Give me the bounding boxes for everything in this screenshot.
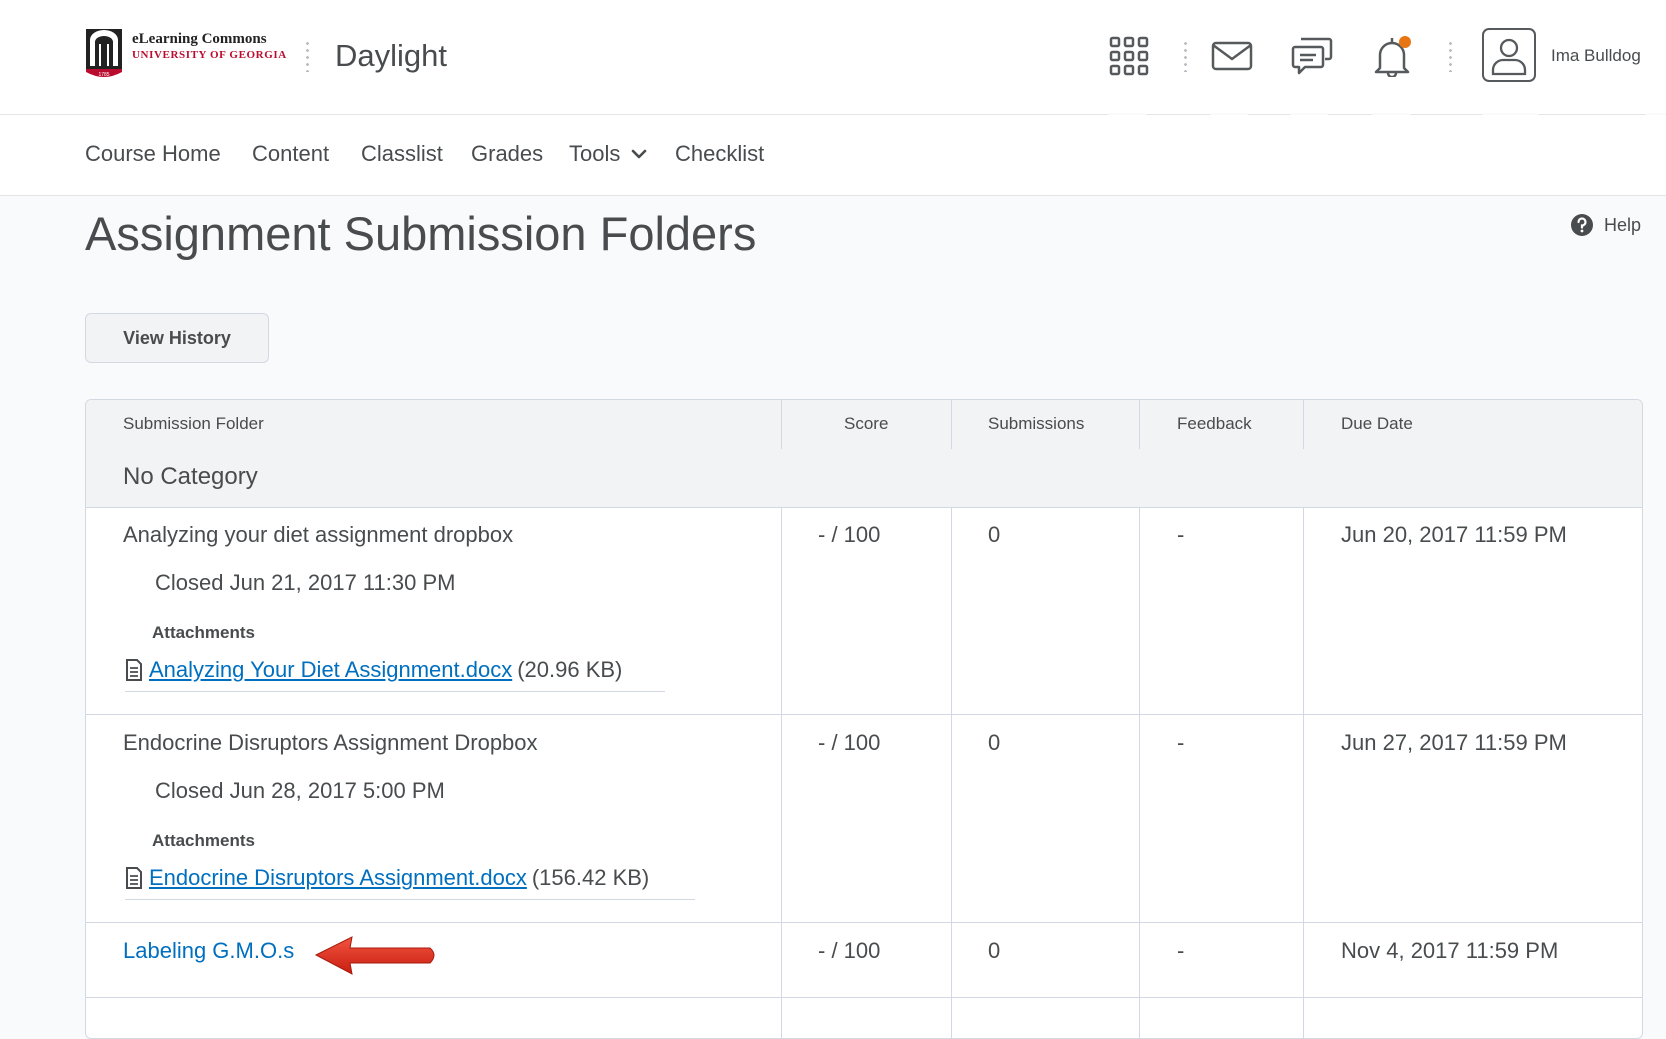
column-divider xyxy=(781,400,782,449)
due-date-cell: Jun 27, 2017 11:59 PM xyxy=(1341,730,1567,755)
view-history-button[interactable]: View History xyxy=(85,313,269,363)
apps-grid-icon[interactable] xyxy=(1108,35,1150,77)
attachment-item: Endocrine Disruptors Assignment.docx (15… xyxy=(125,865,695,900)
app-title[interactable]: Daylight xyxy=(335,38,447,74)
due-date-cell: Jun 20, 2017 11:59 PM xyxy=(1341,522,1567,547)
row-divider xyxy=(86,714,1642,715)
chat-icon[interactable] xyxy=(1290,34,1334,78)
help-link[interactable]: Help xyxy=(1570,213,1641,237)
header-divider xyxy=(306,40,309,72)
column-divider xyxy=(1139,400,1140,449)
attachment-link[interactable]: Analyzing Your Diet Assignment.docx xyxy=(149,657,512,683)
score-cell: - / 100 xyxy=(818,522,881,547)
user-name[interactable]: Ima Bulldog xyxy=(1551,46,1641,66)
column-header-submission-folder[interactable]: Submission Folder xyxy=(123,414,264,434)
user-icon xyxy=(1491,38,1527,76)
score-cell: - / 100 xyxy=(818,938,881,963)
avatar[interactable] xyxy=(1482,28,1536,82)
attachment-size: (20.96 KB) xyxy=(517,657,623,682)
nav-course-home[interactable]: Course Home xyxy=(85,141,221,167)
attachments-heading: Attachments xyxy=(152,623,255,642)
annotation-arrow-icon xyxy=(314,936,435,975)
page-title: Assignment Submission Folders xyxy=(85,207,757,260)
top-header: 1785 eLearning Commons UNIVERSITY OF GEO… xyxy=(0,0,1666,115)
feedback-cell: - xyxy=(1177,730,1185,755)
column-divider xyxy=(1303,400,1304,449)
column-header-due-date[interactable]: Due Date xyxy=(1341,414,1413,434)
attachment-size: (156.42 KB) xyxy=(531,865,650,890)
column-divider xyxy=(1139,507,1140,1038)
submissions-cell: 0 xyxy=(988,938,1001,963)
notification-badge xyxy=(1399,36,1411,48)
uga-logo[interactable]: 1785 xyxy=(85,28,123,80)
feedback-cell: - xyxy=(1177,938,1185,963)
attachment-item: Analyzing Your Diet Assignment.docx (20.… xyxy=(125,657,665,692)
category-row: No Category xyxy=(86,449,1642,508)
nav-checklist[interactable]: Checklist xyxy=(675,141,764,167)
folder-link-labeling-gmos[interactable]: Labeling G.M.O.s xyxy=(123,938,294,964)
submissions-cell: 0 xyxy=(988,522,1001,547)
row-divider xyxy=(86,922,1642,923)
folder-name: Analyzing your diet assignment dropbox xyxy=(123,522,514,547)
table-header: Submission Folder Score Submissions Feed… xyxy=(86,400,1642,450)
attachment-link[interactable]: Endocrine Disruptors Assignment.docx xyxy=(149,865,527,891)
document-icon xyxy=(126,867,142,889)
category-label: No Category xyxy=(123,463,258,490)
column-header-score[interactable]: Score xyxy=(844,414,888,434)
help-label: Help xyxy=(1604,214,1642,235)
submissions-cell: 0 xyxy=(988,730,1001,755)
column-header-feedback[interactable]: Feedback xyxy=(1177,414,1252,434)
course-navbar xyxy=(0,115,1666,196)
chevron-down-icon[interactable] xyxy=(631,148,647,160)
help-icon xyxy=(1571,214,1593,236)
nav-tools[interactable]: Tools xyxy=(569,141,620,167)
column-divider xyxy=(1303,507,1304,1038)
logo-line-1: eLearning Commons xyxy=(132,31,267,47)
header-divider xyxy=(1449,40,1452,72)
seal-year: 1785 xyxy=(98,72,109,78)
folder-name: Endocrine Disruptors Assignment Dropbox xyxy=(123,730,538,755)
logo-wordmark[interactable]: eLearning Commons UNIVERSITY OF GEORGIA xyxy=(132,31,287,61)
nav-content[interactable]: Content xyxy=(252,141,329,167)
header-divider xyxy=(1184,40,1187,72)
document-icon xyxy=(126,659,142,681)
due-date-cell: Nov 4, 2017 11:59 PM xyxy=(1341,938,1559,963)
nav-classlist[interactable]: Classlist xyxy=(361,141,443,167)
column-divider xyxy=(951,507,952,1038)
score-cell: - / 100 xyxy=(818,730,881,755)
row-divider xyxy=(86,997,1642,998)
mail-icon[interactable] xyxy=(1210,38,1254,74)
column-header-submissions[interactable]: Submissions xyxy=(988,414,1084,434)
nav-grades[interactable]: Grades xyxy=(471,141,543,167)
logo-line-2: UNIVERSITY OF GEORGIA xyxy=(132,49,287,61)
attachments-heading: Attachments xyxy=(152,831,255,850)
folder-closed-date: Closed Jun 28, 2017 5:00 PM xyxy=(155,778,445,803)
feedback-cell: - xyxy=(1177,522,1185,547)
folder-closed-date: Closed Jun 21, 2017 11:30 PM xyxy=(155,570,456,595)
column-divider xyxy=(781,507,782,1038)
column-divider xyxy=(951,400,952,449)
